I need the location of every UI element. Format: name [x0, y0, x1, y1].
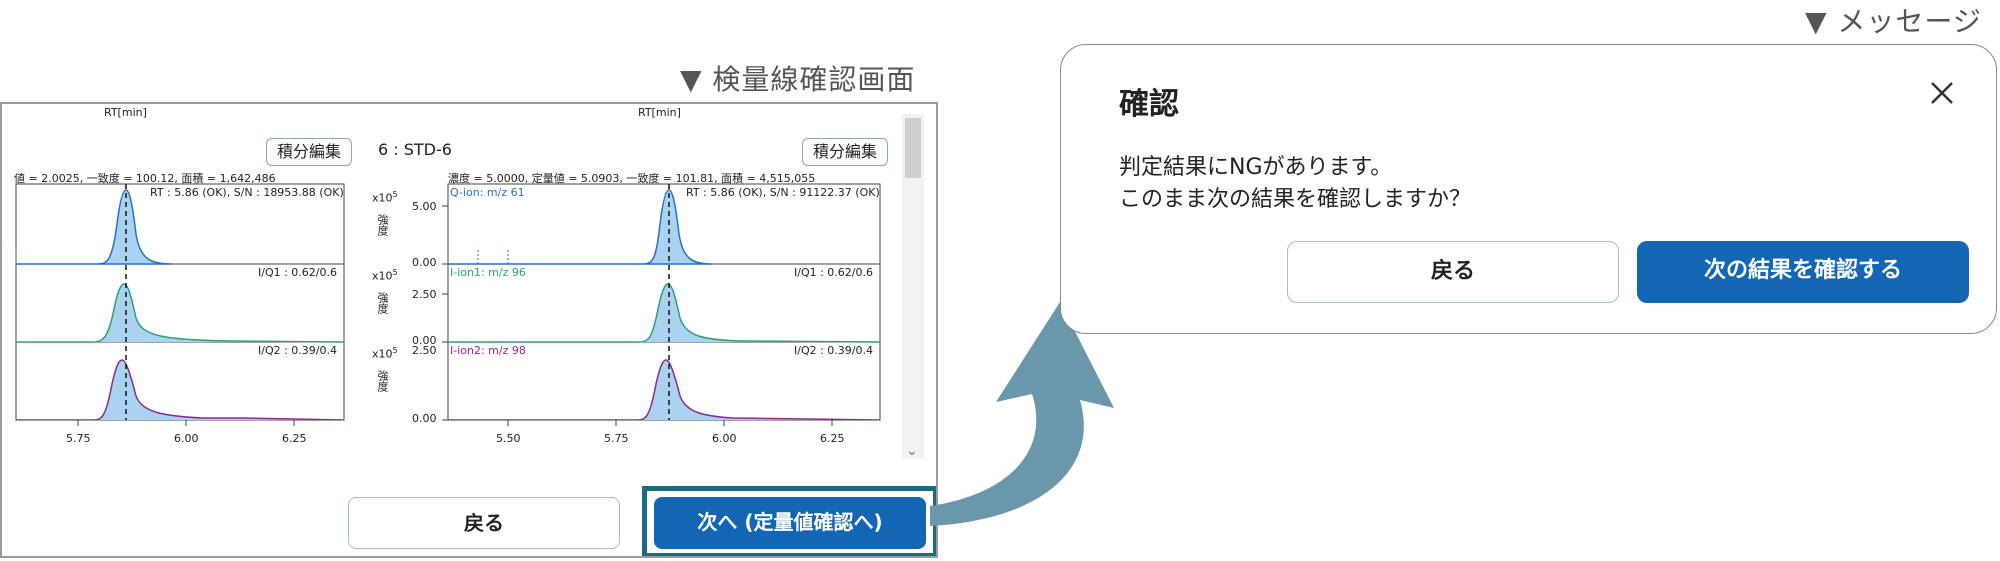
message-caption: ▼ メッセージ	[1805, 5, 1982, 38]
right-chromatogram-group	[442, 183, 881, 426]
result-info-right: 濃度 = 5.0000, 定量値 = 5.0903, 一致度 = 101.81,…	[448, 172, 816, 185]
x-tick-left-6.00: 6.00	[174, 432, 199, 445]
std-sample-label: 6 : STD-6	[378, 140, 452, 159]
integration-edit-button-left[interactable]: 積分編集	[266, 138, 353, 166]
x-tick-left-6.25: 6.25	[282, 432, 307, 445]
right-ion1-peak	[448, 283, 880, 343]
y-scale-label-2: x105	[372, 268, 398, 283]
rt-axis-label-top-left: RT[min]	[104, 106, 147, 119]
ion2-label: I-ion2: m/z 98	[450, 344, 526, 357]
left-q-peak	[16, 189, 173, 265]
intensity-label-2: 強度	[376, 292, 389, 314]
left-chromatogram-group	[15, 183, 345, 426]
ion-ratio1-left: I/Q1 : 0.62/0.6	[258, 266, 337, 279]
scrollbar-thumb[interactable]	[905, 118, 921, 178]
right-ion2-peak	[448, 359, 880, 420]
right-q-peak	[448, 189, 713, 265]
left-ion1-peak	[16, 283, 344, 343]
x-tick-left-5.75: 5.75	[66, 432, 91, 445]
ion1-label: I-ion1: m/z 96	[450, 266, 526, 279]
dialog-back-button[interactable]: 戻る	[1287, 241, 1619, 303]
x-tick-right-5.75: 5.75	[604, 432, 629, 445]
close-icon[interactable]	[1924, 75, 1960, 111]
back-button[interactable]: 戻る	[348, 497, 620, 549]
y-tick-5: 5.00	[412, 200, 437, 213]
confirmation-dialog: 確認 判定結果にNGがあります。 このまま次の結果を確認しますか？ 戻る 次の結…	[1060, 44, 1997, 334]
result-info-left: 値 = 2.0025, 一致度 = 100.12, 面積 = 1,642,486	[14, 172, 276, 185]
integration-edit-button-right[interactable]: 積分編集	[802, 138, 889, 166]
y-tick-2.5-a: 2.50	[412, 288, 437, 301]
y-scale-label-3: x105	[372, 346, 398, 361]
intensity-label-1: 強度	[376, 214, 389, 236]
peak-judgement-right: RT : 5.86 (OK), S/N : 91122.37 (OK)	[686, 186, 880, 199]
y-tick-0-a: 0.00	[412, 256, 437, 269]
confirm-next-result-button[interactable]: 次の結果を確認する	[1637, 241, 1969, 303]
dialog-message-line2: このまま次の結果を確認しますか？	[1119, 187, 1472, 212]
x-tick-right-5.50: 5.50	[496, 432, 521, 445]
q-ion-label: Q-ion: m/z 61	[450, 186, 525, 199]
next-to-quantitation-button[interactable]: 次へ (定量値確認へ)	[654, 497, 926, 549]
peak-judgement-left: RT : 5.86 (OK), S/N : 18953.88 (OK)	[150, 186, 344, 199]
y-tick-2.5-b: 2.50	[412, 344, 437, 357]
dialog-title: 確認	[1119, 87, 1179, 122]
dialog-message-line1: 判定結果にNGがあります。	[1119, 155, 1393, 180]
y-tick-0-c: 0.00	[412, 412, 437, 425]
left-ion2-peak	[16, 359, 344, 420]
ion-ratio2-right: I/Q2 : 0.39/0.4	[794, 344, 873, 357]
ion-ratio2-left: I/Q2 : 0.39/0.4	[258, 344, 337, 357]
rt-axis-label-top-right: RT[min]	[638, 106, 681, 119]
calibration-confirmation-screen: RT[min] RT[min] 積分編集 6 : STD-6 積分編集 値 = …	[0, 102, 938, 558]
intensity-label-3: 強度	[376, 370, 389, 392]
chromatogram-charts	[15, 183, 881, 426]
y-scale-label-1: x105	[372, 190, 398, 205]
x-tick-right-6.00: 6.00	[712, 432, 737, 445]
ion-ratio1-right: I/Q1 : 0.62/0.6	[794, 266, 873, 279]
x-tick-right-6.25: 6.25	[820, 432, 845, 445]
calibration-screen-caption: ▼ 検量線確認画面	[680, 63, 916, 96]
